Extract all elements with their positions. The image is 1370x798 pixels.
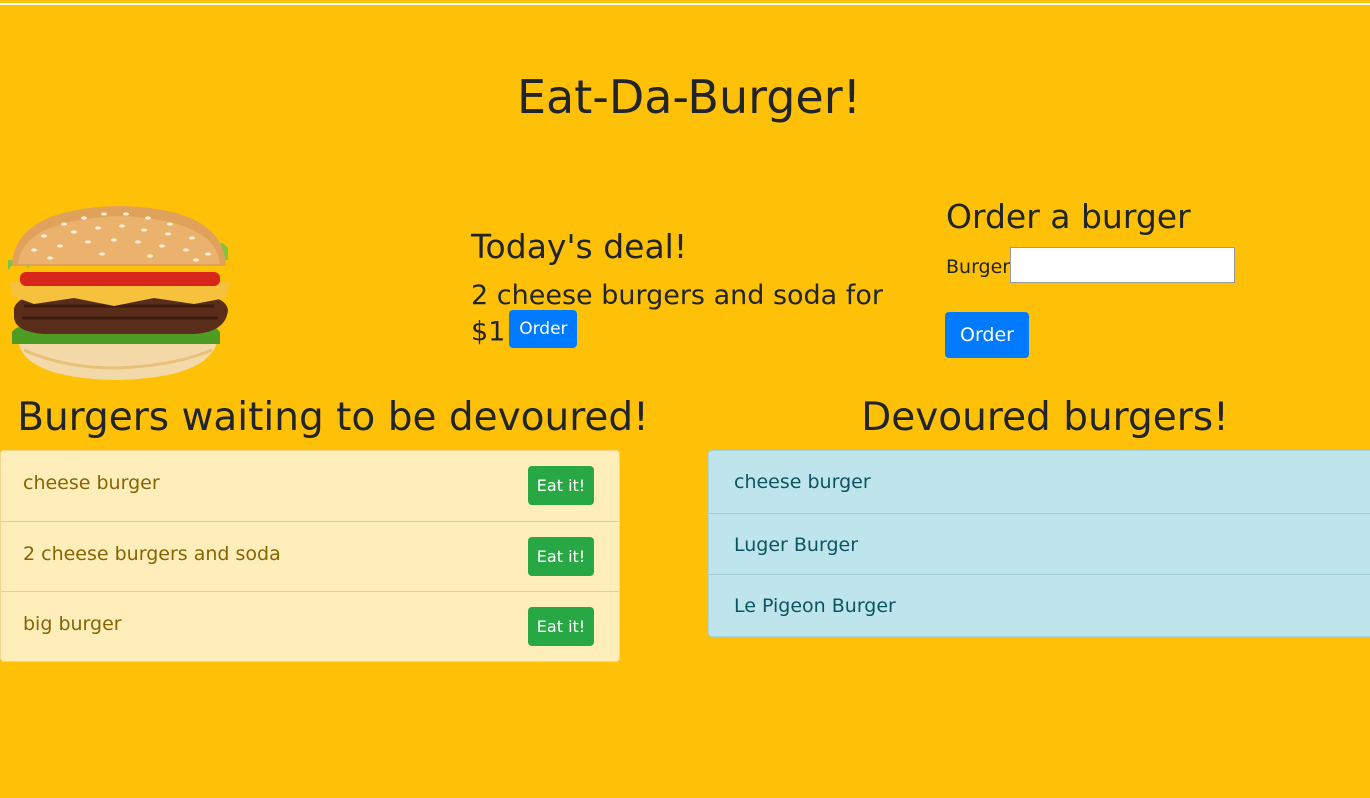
devoured-item-name: cheese burger (734, 471, 871, 493)
waiting-list-item: big burger Eat it! (1, 591, 619, 661)
devoured-list-item: cheese burger (709, 451, 1370, 513)
waiting-heading: Burgers waiting to be devoured! (17, 395, 649, 440)
burger-input[interactable] (1010, 247, 1235, 283)
burger-image (8, 206, 230, 380)
deal-text: 2 cheese burgers and soda for $1 Order (471, 278, 911, 352)
waiting-list-item: cheese burger Eat it! (1, 451, 619, 521)
deal-order-button[interactable]: Order (509, 310, 578, 348)
eat-it-button[interactable]: Eat it! (528, 607, 594, 646)
top-border (0, 3, 1370, 5)
order-button[interactable]: Order (945, 312, 1029, 358)
waiting-list-item: 2 cheese burgers and soda Eat it! (1, 521, 619, 591)
devoured-heading: Devoured burgers! (861, 395, 1229, 440)
waiting-item-name: 2 cheese burgers and soda (23, 543, 281, 565)
deal-heading: Today's deal! (471, 227, 688, 266)
burger-label: Burger (946, 256, 1011, 278)
devoured-item-name: Luger Burger (734, 533, 859, 556)
eat-it-button[interactable]: Eat it! (528, 466, 594, 505)
devoured-list: cheese burger Luger Burger Le Pigeon Bur… (708, 450, 1370, 637)
order-form-heading: Order a burger (946, 197, 1191, 236)
devoured-list-item: Le Pigeon Burger (709, 574, 1370, 636)
devoured-list-item: Luger Burger (709, 512, 1370, 575)
devoured-item-name: Le Pigeon Burger (734, 595, 896, 617)
waiting-item-name: big burger (23, 613, 122, 635)
page-title: Eat-Da-Burger! (516, 70, 862, 124)
waiting-list: cheese burger Eat it! 2 cheese burgers a… (0, 450, 620, 662)
eat-it-button[interactable]: Eat it! (528, 537, 594, 576)
waiting-item-name: cheese burger (23, 472, 160, 494)
